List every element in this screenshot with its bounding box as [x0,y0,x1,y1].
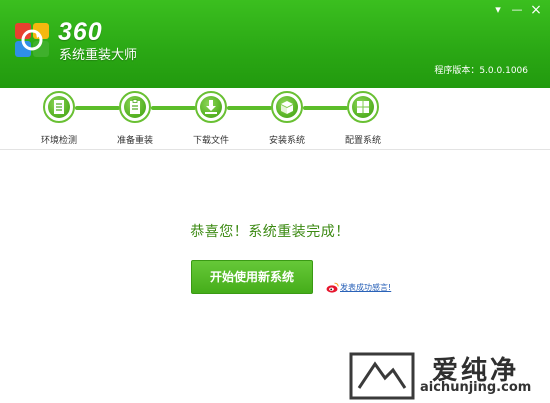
step-1-circle [43,91,75,123]
step-3-label: 下载文件 [192,136,229,146]
step-connector [303,106,348,110]
download-icon [205,100,217,114]
step-4-circle [271,91,303,123]
windows-icon [357,101,369,113]
step-2-circle [119,91,151,123]
version-label: 程序版本：5.0.0.1006 [434,66,528,76]
document-icon [54,100,64,114]
minimize-button[interactable]: — [509,3,525,17]
step-connector [75,106,120,110]
step-connector [227,106,272,110]
menu-dropdown-button[interactable]: ▾ [490,3,506,17]
step-1-label: 环境检测 [40,136,77,146]
logo-number: 360 [58,18,103,46]
box-icon [281,101,293,114]
step-3-circle [195,91,227,123]
step-5-label: 配置系统 [344,136,381,146]
start-new-system-button[interactable]: 开始使用新系统 [191,260,313,294]
logo-icon [15,23,49,57]
title-bar: 360 系统重装大师 ▾ — × 程序版本：5.0.0.1006 [0,0,550,88]
clipboard-icon [130,99,140,114]
step-2-label: 准备重装 [116,136,153,146]
step-4-label: 安装系统 [268,136,305,146]
progress-steps: 环境检测 准备重装 下载文件 安装系统 配置系统 [0,88,550,150]
completion-message: 恭喜您！系统重装完成！ [190,224,350,240]
feedback-link-label: 发表成功感言! [340,283,392,292]
step-5-circle [347,91,379,123]
weibo-icon [326,282,339,293]
step-connector [151,106,196,110]
close-button[interactable]: × [528,3,544,17]
app-title: 系统重装大师 [59,48,138,63]
watermark-url: aichunjing.com [420,380,532,395]
